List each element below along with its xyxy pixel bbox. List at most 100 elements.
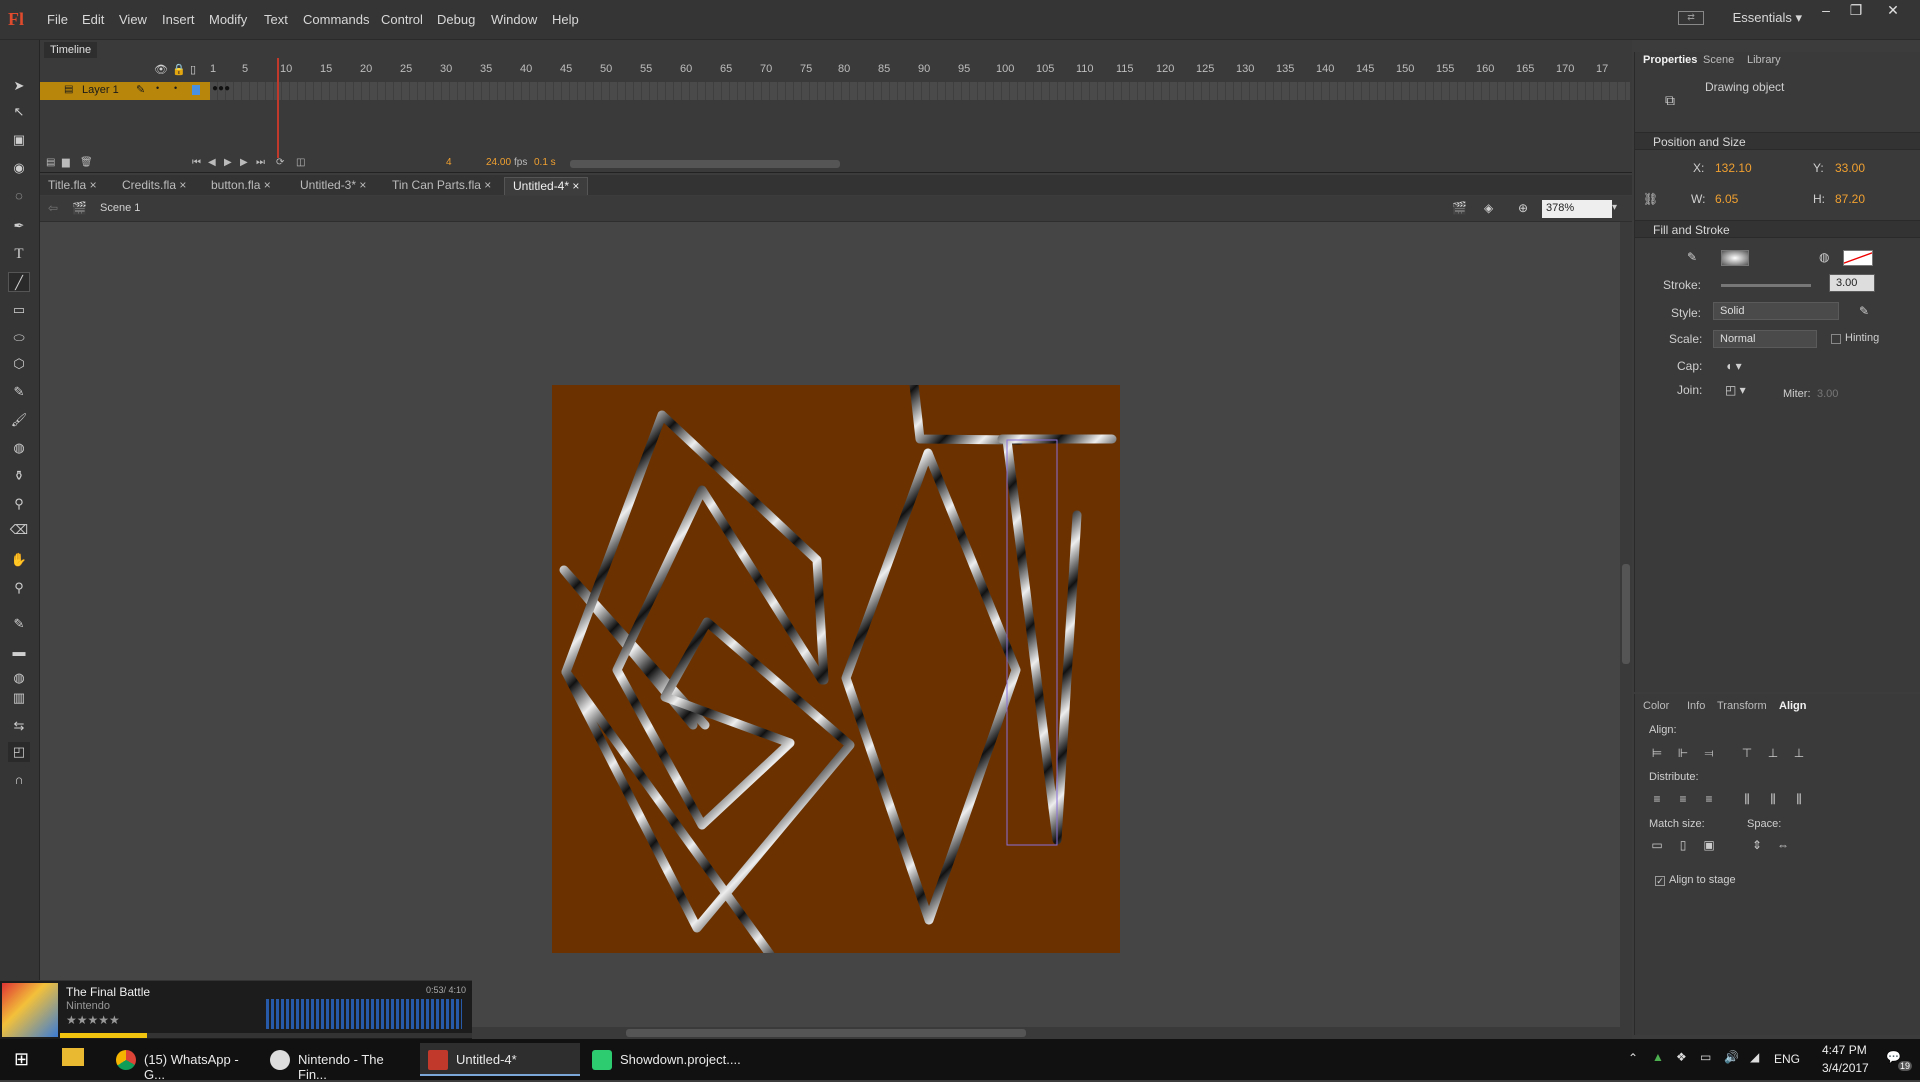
distribute-right-icon[interactable]: ⫼ xyxy=(1791,792,1807,808)
vertical-scrollbar[interactable] xyxy=(1620,222,1632,1027)
match-width-icon[interactable]: ▭ xyxy=(1649,838,1665,854)
close-tab-icon[interactable]: × xyxy=(484,178,491,192)
fill-stroke-header[interactable]: Fill and Stroke xyxy=(1635,220,1920,238)
distribute-left-icon[interactable]: ⫼ xyxy=(1739,792,1755,808)
taskbar-showdown[interactable]: Showdown.project.... xyxy=(584,1043,744,1076)
taskbar-chrome[interactable]: (15) WhatsApp - G... xyxy=(108,1043,256,1082)
distribute-vcenter-icon[interactable]: ≡ xyxy=(1675,792,1691,808)
frames-row[interactable]: ●●● xyxy=(210,82,1630,100)
stroke-input[interactable]: 3.00 xyxy=(1829,274,1875,292)
lock-icon[interactable]: 🔒 xyxy=(172,63,186,76)
volume-icon[interactable]: 🔊 xyxy=(1724,1050,1739,1064)
tab-properties[interactable]: Properties xyxy=(1643,54,1697,66)
menu-modify[interactable]: Modify xyxy=(209,12,247,27)
style-dropdown[interactable]: Solid xyxy=(1713,302,1839,320)
chevron-down-icon[interactable]: ▾ xyxy=(1612,202,1617,213)
rating-stars[interactable]: ★★★★★ xyxy=(66,1013,120,1027)
pen-tool-icon[interactable]: ✒ xyxy=(8,216,30,236)
new-folder-icon[interactable]: ▆ xyxy=(62,157,70,168)
align-right-icon[interactable]: ⫤ xyxy=(1701,746,1717,762)
edit-symbols-icon[interactable]: ◈ xyxy=(1484,201,1493,215)
menu-control[interactable]: Control xyxy=(381,12,423,27)
taskbar-animate[interactable]: Untitled-4* xyxy=(420,1043,580,1076)
scroll-thumb[interactable] xyxy=(626,1029,1026,1037)
play-icon[interactable]: ▶ xyxy=(224,157,232,168)
letter-t-stroke[interactable] xyxy=(898,280,1025,445)
lasso-icon[interactable]: ◌ xyxy=(8,186,30,206)
scroll-thumb[interactable] xyxy=(1622,564,1630,664)
close-tab-icon[interactable]: × xyxy=(359,178,366,192)
drive-icon[interactable]: ▲ xyxy=(1652,1050,1664,1064)
wifi-icon[interactable]: ◢ xyxy=(1750,1050,1759,1064)
tab-align[interactable]: Align xyxy=(1779,700,1807,712)
paint-fill-icon[interactable]: ◍ xyxy=(8,668,30,688)
visibility-dot-icon[interactable]: • xyxy=(156,83,159,93)
frame-ruler[interactable]: 1 5 10 15 20 25 30 35 40 45 50 55 60 65 … xyxy=(210,60,1630,78)
tab-tin-can-parts[interactable]: Tin Can Parts.fla × xyxy=(384,177,499,195)
letter-v-stroke[interactable] xyxy=(841,448,1021,925)
eraser-icon[interactable]: ⌫ xyxy=(8,520,30,540)
menu-file[interactable]: File xyxy=(47,12,68,27)
menu-edit[interactable]: Edit xyxy=(82,12,104,27)
menu-view[interactable]: View xyxy=(119,12,147,27)
edit-stroke-icon[interactable]: ✎ xyxy=(1859,304,1869,318)
align-top-icon[interactable]: ⊤ xyxy=(1739,746,1755,762)
timeline-tab[interactable]: Timeline xyxy=(44,42,98,58)
eyedropper-icon[interactable]: ⚲ xyxy=(8,494,30,514)
fps-value[interactable]: 24.00 xyxy=(486,157,511,168)
tab-credits-fla[interactable]: Credits.fla × xyxy=(114,177,194,195)
prev-frame-icon[interactable]: ◀ xyxy=(208,157,216,168)
swap-colors-icon[interactable]: ▥ xyxy=(8,688,30,708)
sync-settings-icon[interactable]: ⇄ xyxy=(1678,11,1704,25)
menu-help[interactable]: Help xyxy=(552,12,579,27)
clock-time[interactable]: 4:47 PM xyxy=(1822,1043,1867,1057)
tab-untitled-4[interactable]: Untitled-4* × xyxy=(504,177,589,195)
keyframe-icon[interactable]: ●●● xyxy=(212,83,230,94)
stroke-slider[interactable] xyxy=(1721,284,1811,287)
fill-color-swatch[interactable] xyxy=(1843,250,1873,266)
tab-info[interactable]: Info xyxy=(1687,700,1705,712)
first-frame-icon[interactable]: ⏮ xyxy=(192,157,201,168)
paint-bucket-icon[interactable]: ◍ xyxy=(8,438,30,458)
close-tab-icon[interactable]: × xyxy=(264,178,271,192)
subselection-tool-icon[interactable]: ↖ xyxy=(8,102,30,122)
scene-name[interactable]: Scene 1 xyxy=(100,202,140,214)
back-arrow-icon[interactable]: ⇦ xyxy=(48,201,58,215)
drawing-canvas[interactable] xyxy=(552,280,1120,1030)
tab-scene[interactable]: Scene xyxy=(1703,54,1734,66)
align-to-stage-checkbox[interactable]: ✓ xyxy=(1655,876,1665,886)
zoom-tool-icon[interactable]: ⚲ xyxy=(8,578,30,598)
menu-text[interactable]: Text xyxy=(264,12,288,27)
menu-debug[interactable]: Debug xyxy=(437,12,475,27)
playhead[interactable] xyxy=(277,58,279,158)
close-icon[interactable]: ✕ xyxy=(1880,2,1906,20)
tab-button-fla[interactable]: button.fla × xyxy=(203,177,279,195)
workspace-switcher[interactable]: Essentials ▾ xyxy=(1733,10,1802,26)
distribute-top-icon[interactable]: ≡ xyxy=(1649,792,1665,808)
onion-skin-icon[interactable]: ◫ xyxy=(296,157,305,168)
battery-icon[interactable]: ▭ xyxy=(1700,1050,1711,1064)
distribute-hcenter-icon[interactable]: ⫼ xyxy=(1765,792,1781,808)
minimize-icon[interactable]: – xyxy=(1813,2,1839,20)
y-value[interactable]: 33.00 xyxy=(1835,161,1865,175)
align-bottom-icon[interactable]: ⊥ xyxy=(1791,746,1807,762)
space-horizontal-icon[interactable]: ⇔ xyxy=(1775,838,1791,854)
tab-library[interactable]: Library xyxy=(1747,54,1781,66)
snap-magnet-icon[interactable]: ∩ xyxy=(8,770,30,790)
last-frame-icon[interactable]: ⏭ xyxy=(256,157,265,168)
close-tab-icon[interactable]: × xyxy=(572,179,579,193)
selection-tool-icon[interactable]: ➤ xyxy=(8,76,30,96)
oval-tool-icon[interactable]: ⬭ xyxy=(8,328,30,348)
eye-icon[interactable]: 👁 xyxy=(154,63,168,76)
free-transform-icon[interactable]: ▣ xyxy=(8,130,30,150)
join-round-icon[interactable]: ◰ ▾ xyxy=(1725,383,1746,397)
letter-i-left-stroke[interactable] xyxy=(1002,435,1082,845)
current-frame[interactable]: 4 xyxy=(446,157,452,168)
stage[interactable] xyxy=(552,280,1120,1030)
file-explorer-icon[interactable] xyxy=(62,1048,84,1066)
miter-value[interactable]: 3.00 xyxy=(1817,388,1838,400)
align-left-icon[interactable]: ⊨ xyxy=(1649,746,1665,762)
hand-tool-icon[interactable]: ✋ xyxy=(8,550,30,570)
outline-color-icon[interactable] xyxy=(192,85,200,95)
align-hcenter-icon[interactable]: ⊩ xyxy=(1675,746,1691,762)
